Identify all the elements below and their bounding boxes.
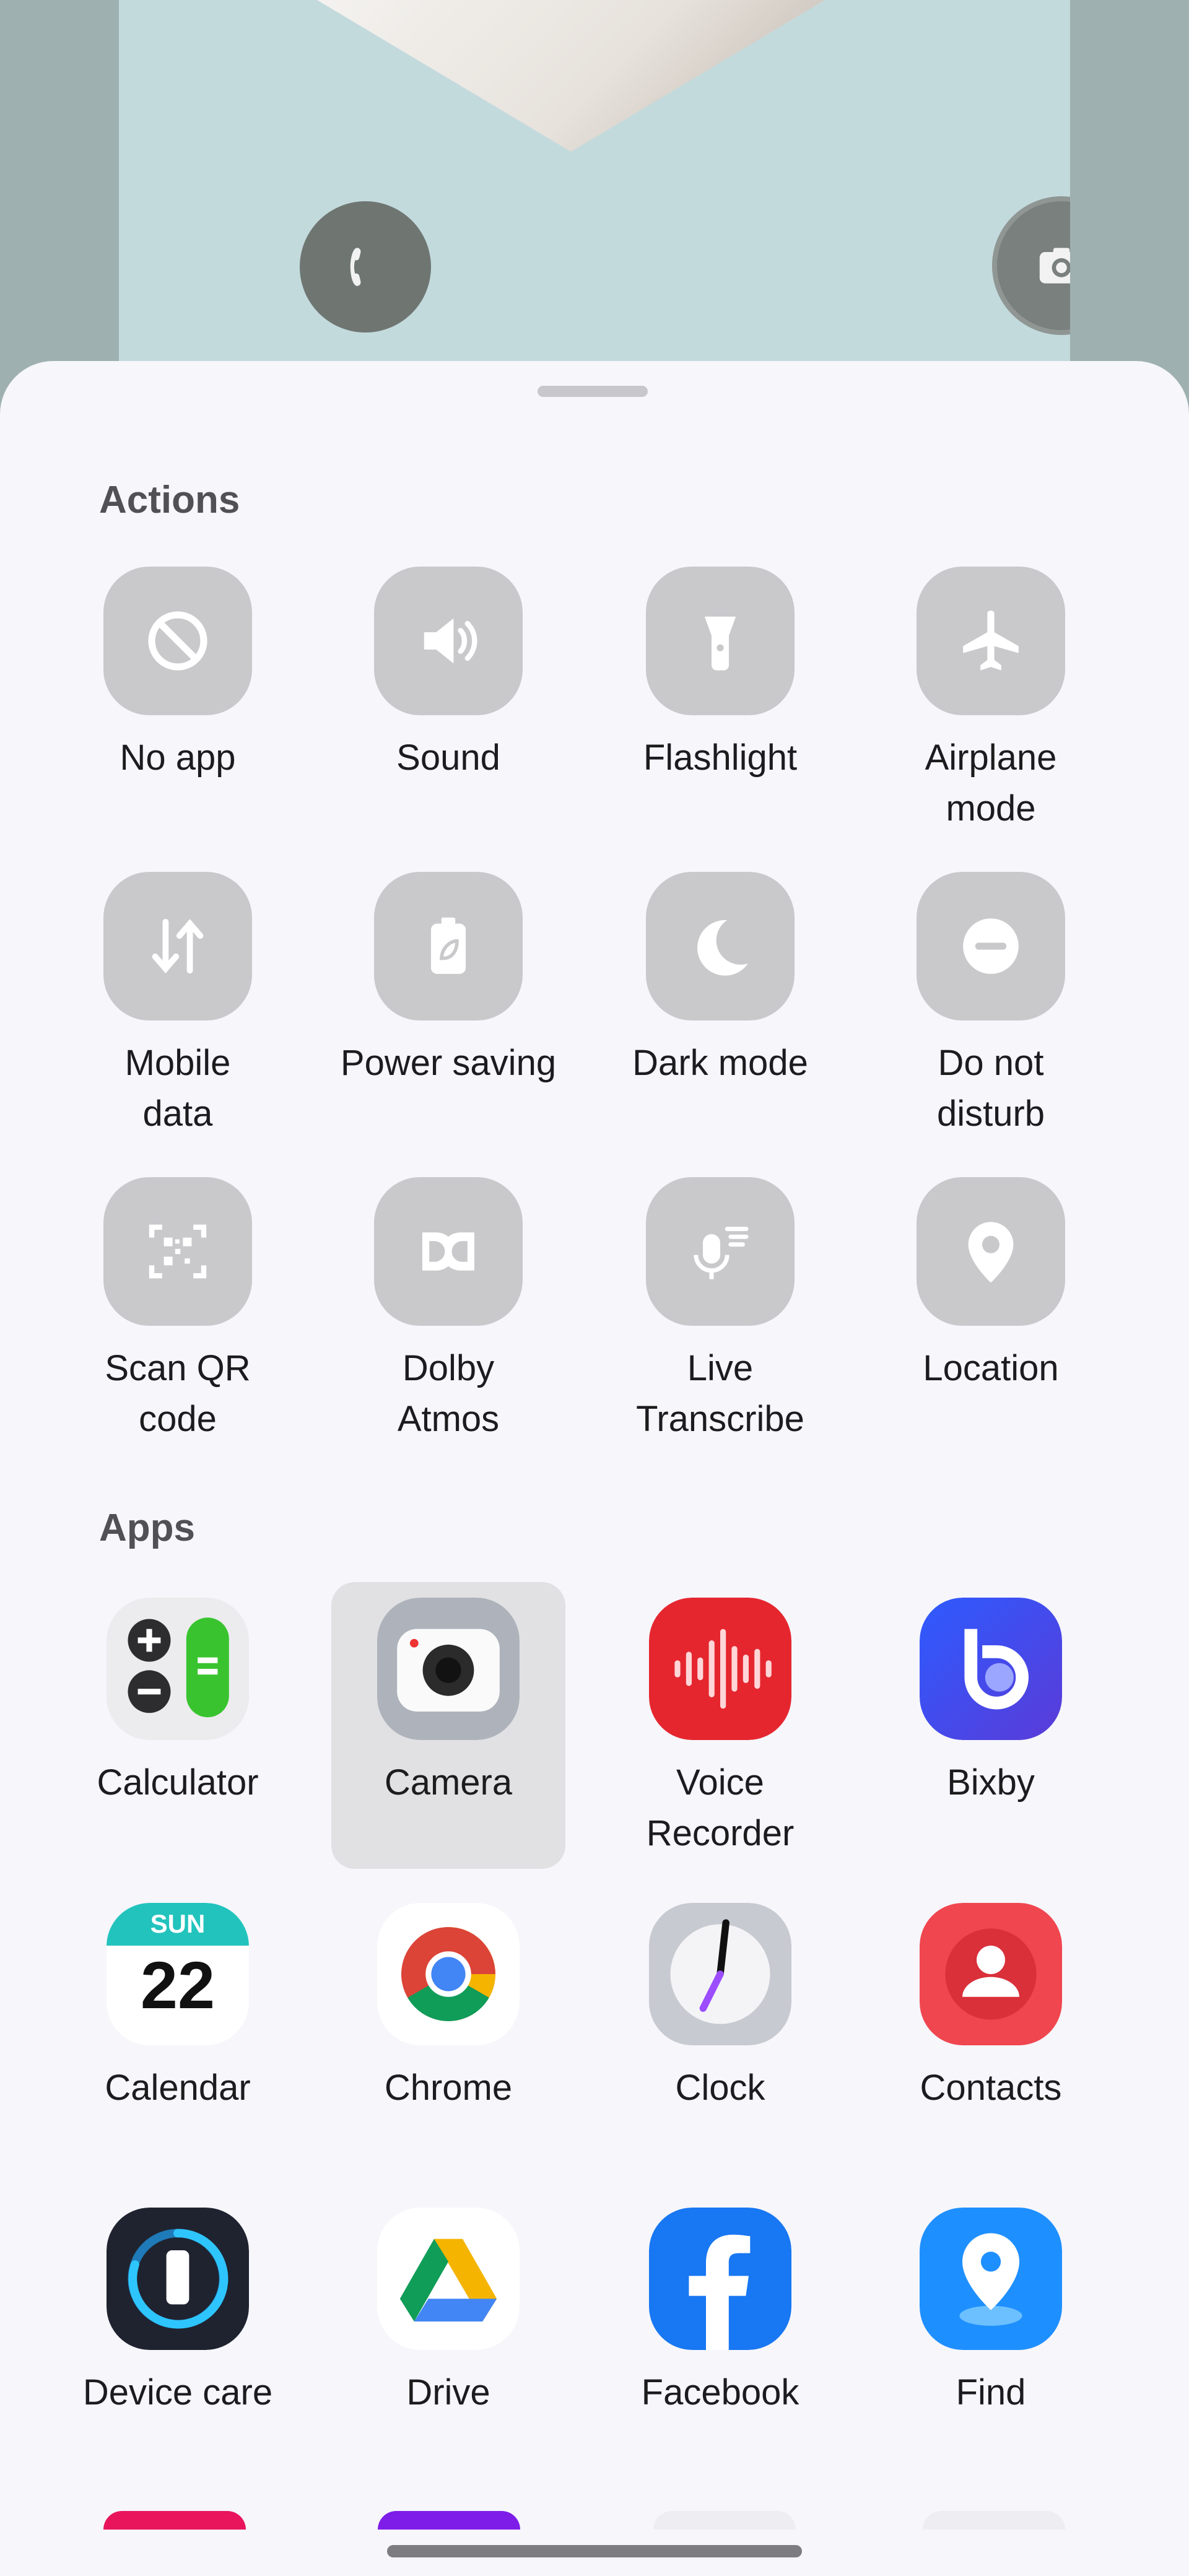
flashlight-icon xyxy=(704,616,736,671)
app-find[interactable]: Find xyxy=(855,2208,1127,2418)
app-label: Drive xyxy=(406,2372,490,2413)
block-icon xyxy=(148,611,207,671)
action-label: Flashlight xyxy=(643,738,798,778)
app-label: Camera xyxy=(384,1762,513,1803)
app-label: Facebook xyxy=(641,2372,799,2413)
app-label: Clock xyxy=(675,2068,765,2108)
find-icon xyxy=(920,2208,1062,2350)
calendar-day: SUN xyxy=(150,1909,206,1938)
gesture-nav-bar[interactable] xyxy=(387,2545,802,2557)
camera-icon xyxy=(1039,248,1070,284)
partial-app-icon xyxy=(103,2511,246,2530)
action-power-saving[interactable]: Power saving xyxy=(312,872,585,1089)
calculator-icon xyxy=(107,1598,249,1740)
partial-app-icon xyxy=(653,2511,796,2530)
app-contacts[interactable]: Contacts xyxy=(855,1903,1127,2113)
action-label: Scan QR code xyxy=(105,1348,251,1439)
app-calculator[interactable]: Calculator xyxy=(41,1598,314,1808)
app-bixby[interactable]: Bixby xyxy=(855,1598,1127,1808)
actions-section-title: Actions xyxy=(99,479,240,521)
action-label: Power saving xyxy=(340,1043,557,1083)
app-camera[interactable]: Camera xyxy=(312,1598,585,1808)
action-label: Location xyxy=(923,1348,1059,1388)
phone-icon xyxy=(350,248,361,286)
action-no-app[interactable]: No app xyxy=(41,567,314,783)
app-chrome[interactable]: Chrome xyxy=(312,1903,585,2113)
location-pin-icon xyxy=(968,1222,1014,1283)
partial-app-icon xyxy=(378,2511,520,2530)
drive-icon xyxy=(377,2208,520,2350)
partial-app-icon xyxy=(923,2511,1065,2530)
calendar-date: 22 xyxy=(140,1947,216,2022)
app-facebook[interactable]: Facebook xyxy=(584,2208,856,2418)
voice-recorder-icon xyxy=(649,1598,791,1740)
mic-text-icon xyxy=(694,1227,749,1279)
app-label: Contacts xyxy=(920,2068,1062,2108)
action-location[interactable]: Location xyxy=(855,1177,1127,1394)
app-label: Device care xyxy=(82,2372,273,2413)
action-label: Live Transcribe xyxy=(636,1348,804,1439)
clock-icon xyxy=(649,1903,791,2045)
action-live-transcribe[interactable]: Live Transcribe xyxy=(584,1177,856,1445)
app-label: Calendar xyxy=(105,2068,251,2108)
action-label: Dolby Atmos xyxy=(397,1348,500,1439)
airplane-icon xyxy=(963,611,1019,671)
action-label: No app xyxy=(120,738,236,778)
app-clock[interactable]: Clock xyxy=(584,1903,856,2113)
camera-icon xyxy=(377,1598,520,1740)
action-mobile-data[interactable]: Mobile data xyxy=(41,872,314,1139)
action-label: Sound xyxy=(396,738,500,778)
wallpaper-image xyxy=(317,0,825,152)
facebook-icon xyxy=(649,2208,791,2350)
app-label: Find xyxy=(956,2372,1026,2413)
chrome-icon xyxy=(377,1903,520,2045)
action-flashlight[interactable]: Flashlight xyxy=(584,567,856,783)
minus-circle-icon xyxy=(963,918,1019,974)
moon-icon xyxy=(697,920,748,976)
action-scan-qr-code[interactable]: Scan QR code xyxy=(41,1177,314,1445)
app-label: Bixby xyxy=(947,1762,1035,1803)
app-calendar[interactable]: SUN 22 Calendar xyxy=(41,1903,314,2113)
battery-leaf-icon xyxy=(431,917,466,974)
app-drive[interactable]: Drive xyxy=(312,2208,585,2418)
left-shortcut[interactable] xyxy=(300,201,431,333)
app-voice-recorder[interactable]: Voice Recorder xyxy=(584,1598,856,1859)
app-label: Voice Recorder xyxy=(646,1762,795,1853)
action-dolby-atmos[interactable]: Dolby Atmos xyxy=(312,1177,585,1445)
app-label: Calculator xyxy=(97,1762,259,1803)
action-airplane-mode[interactable]: Airplane mode xyxy=(855,567,1127,834)
app-label: Chrome xyxy=(384,2068,513,2108)
action-dark-mode[interactable]: Dark mode xyxy=(584,872,856,1089)
qr-scan-icon xyxy=(149,1224,207,1279)
right-shortcut[interactable] xyxy=(992,196,1070,335)
action-label: Airplane mode xyxy=(925,738,1057,829)
action-label: Mobile data xyxy=(124,1043,231,1134)
data-arrows-icon xyxy=(152,918,204,974)
action-label: Dark mode xyxy=(632,1043,808,1083)
action-sound[interactable]: Sound xyxy=(312,567,585,783)
contacts-icon xyxy=(920,1903,1062,2045)
lock-screen-preview xyxy=(119,0,1070,396)
app-device-care[interactable]: Device care xyxy=(41,2208,314,2418)
action-do-not-disturb[interactable]: Do not disturb xyxy=(855,872,1127,1139)
speaker-icon xyxy=(424,618,477,664)
bixby-icon xyxy=(920,1598,1062,1740)
action-label: Do not disturb xyxy=(936,1043,1045,1134)
sheet-drag-handle[interactable] xyxy=(538,386,648,397)
device-care-icon xyxy=(107,2208,249,2350)
apps-section-title: Apps xyxy=(99,1507,195,1549)
dolby-icon xyxy=(422,1232,474,1271)
